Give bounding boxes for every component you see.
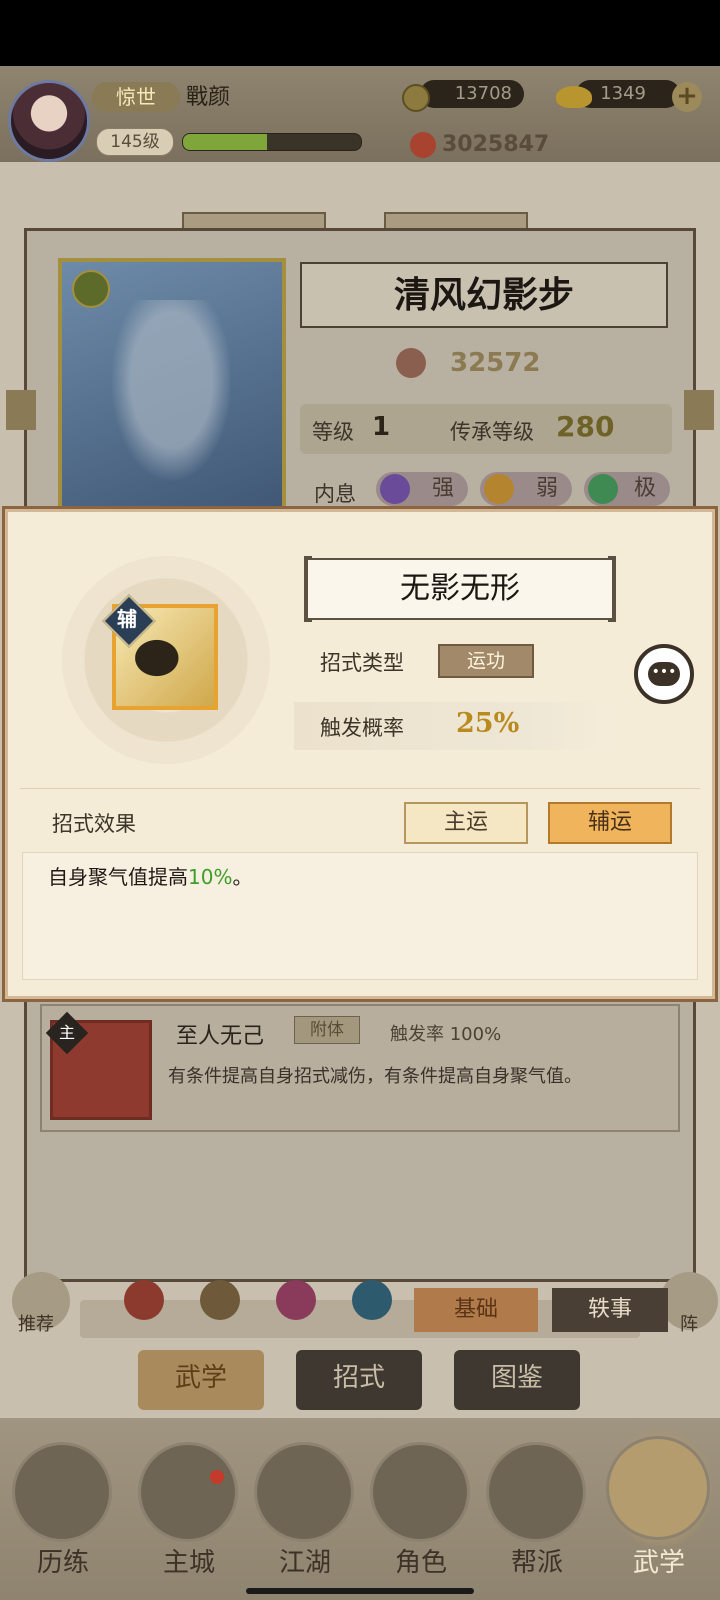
moon-icon	[380, 474, 410, 504]
tab-anecdote[interactable]: 轶事	[552, 1288, 668, 1332]
skill-title: 清风幻影步	[393, 274, 574, 316]
nav-jianghu[interactable]: 江湖	[250, 1542, 360, 1579]
next-arrow-icon[interactable]	[684, 390, 714, 430]
status-bar	[0, 0, 720, 66]
effect-label: 招式效果	[52, 812, 136, 836]
power-icon	[410, 132, 436, 158]
level-label: 等级	[312, 420, 354, 444]
chat-bubble-icon: •••	[648, 662, 680, 686]
home-indicator	[246, 1588, 474, 1594]
lower-skill-desc: 有条件提高自身招式减伤，有条件提高自身聚气值。	[168, 1066, 582, 1087]
player-avatar[interactable]	[8, 80, 90, 162]
sword-filter-icon[interactable]	[124, 1280, 164, 1320]
nav-city-icon[interactable]	[138, 1442, 238, 1542]
effect-text: 自身聚气值提高10%。	[48, 865, 253, 889]
nav-martial-icon[interactable]	[606, 1436, 710, 1540]
card-emblem-icon	[72, 270, 110, 308]
blade-filter-icon[interactable]	[200, 1280, 240, 1320]
level-value: 1	[372, 412, 391, 442]
coin-icon	[402, 84, 430, 112]
move-type-label: 招式类型	[320, 651, 404, 675]
nav-guild[interactable]: 帮派	[482, 1542, 592, 1579]
formation-label: 阵	[680, 1314, 698, 1335]
trigger-rate-value: 25%	[456, 708, 520, 739]
xp-bar	[182, 133, 362, 151]
add-ingot-button[interactable]: +	[672, 82, 702, 112]
nav-guild-icon[interactable]	[486, 1442, 586, 1542]
lower-skill-name: 至人无己	[176, 1024, 265, 1049]
main-badge-text: 主	[58, 1023, 75, 1042]
skill-power-icon	[396, 348, 426, 378]
tab-basic[interactable]: 基础	[414, 1288, 538, 1332]
inner-breath-label: 内息	[314, 482, 356, 506]
fan-filter-icon[interactable]	[352, 1280, 392, 1320]
trigger-rate-label: 触发概率	[320, 716, 404, 740]
nav-martial[interactable]: 武学	[604, 1542, 714, 1579]
move-type-badge: 运功	[438, 644, 534, 678]
category-moves[interactable]: 招式	[296, 1350, 422, 1410]
category-martial-arts[interactable]: 武学	[138, 1350, 264, 1410]
inherit-label: 传承等级	[450, 420, 534, 444]
player-power: 3025847	[442, 132, 550, 157]
ring-icon	[588, 474, 618, 504]
city-alert-dot	[210, 1470, 224, 1484]
dancer-figure-icon	[100, 300, 230, 500]
assist-mode-button[interactable]: 辅运	[548, 802, 672, 844]
nav-training-icon[interactable]	[12, 1442, 112, 1542]
player-level: 145级	[96, 128, 174, 156]
sun-icon	[484, 474, 514, 504]
nav-character-icon[interactable]	[370, 1442, 470, 1542]
effect-highlight: 10%	[188, 865, 233, 889]
category-codex[interactable]: 图鉴	[454, 1350, 580, 1410]
lower-skill-tag: 附体	[294, 1016, 360, 1044]
recommend-label: 推荐	[18, 1314, 54, 1335]
nav-city[interactable]: 主城	[134, 1542, 244, 1579]
nav-jianghu-icon[interactable]	[254, 1442, 354, 1542]
nav-training[interactable]: 历练	[8, 1542, 118, 1579]
skill-power: 32572	[450, 348, 541, 378]
inherit-value: 280	[556, 410, 615, 443]
main-mode-button[interactable]: 主运	[404, 802, 528, 844]
move-name: 无影无形	[400, 571, 520, 606]
modal-divider	[20, 788, 700, 789]
vip-title: 惊世	[92, 82, 180, 112]
fist-filter-icon[interactable]	[276, 1280, 316, 1320]
xp-fill	[183, 134, 267, 150]
nav-character[interactable]: 角色	[366, 1542, 476, 1579]
assist-badge-text: 辅	[117, 607, 137, 631]
ingot-icon	[556, 86, 592, 108]
coin-counter: 13708	[420, 80, 524, 108]
lower-skill-rate: 触发率 100%	[390, 1024, 502, 1045]
prev-arrow-icon[interactable]	[6, 390, 36, 430]
player-name: 戰颜	[186, 85, 231, 110]
